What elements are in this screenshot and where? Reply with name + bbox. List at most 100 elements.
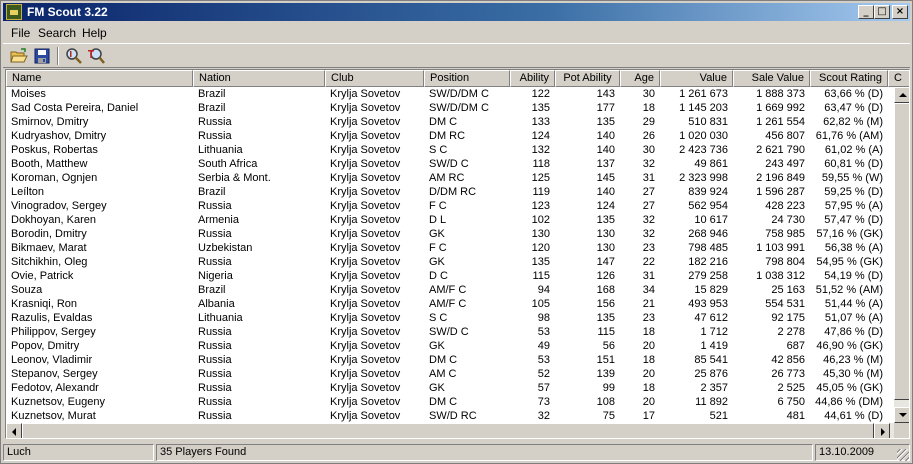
scroll-left-button[interactable] [6,423,22,438]
table-row[interactable]: Leílton Brazil Krylja Sovetov D/DM RC 119 140… [6,185,909,199]
cell-position: SW/D/DM C [429,102,489,114]
cell-name: Bikmaev, Marat [11,242,87,254]
table-header: Name Nation Club Position Ability Pot Ab… [6,70,909,87]
table-row[interactable]: Smirnov, Dmitry Russia Krylja Sovetov DM C 1… [6,115,909,129]
cell-nation: Brazil [198,186,226,198]
menu-search[interactable]: Search [38,26,76,40]
table-row[interactable]: Leonov, Vladimir Russia Krylja Sovetov DM C… [6,353,909,367]
cell-pot-ability: 140 [596,144,615,156]
cell-sale-value: 243 497 [765,158,805,170]
cell-club: Krylja Sovetov [330,172,401,184]
table-row[interactable]: Kudryashov, Dmitry Russia Krylja Sovetov DM… [6,129,909,143]
cell-name: Kudryashov, Dmitry [11,130,107,142]
cell-name: Booth, Matthew [11,158,88,170]
cell-scout-rating: 44,61 % (D) [824,410,883,422]
horizontal-scroll-thumb[interactable] [22,423,874,438]
cell-age: 27 [642,200,655,212]
table-row[interactable]: Razulis, Evaldas Lithuania Krylja Sovetov S… [6,311,909,325]
save-button[interactable] [32,47,52,66]
cell-name: Philippov, Sergey [11,326,96,338]
table-row[interactable]: Ovie, Patrick Nigeria Krylja Sovetov D C 115… [6,269,909,283]
cell-age: 18 [642,102,655,114]
table-row[interactable]: Moises Brazil Krylja Sovetov SW/D/DM C 122 14… [6,87,909,101]
title-bar[interactable]: FM Scout 3.22 _ □ × [3,3,910,21]
cell-sale-value: 456 807 [765,130,805,142]
menu-file[interactable]: File [11,26,30,40]
menu-help[interactable]: Help [82,26,107,40]
table-row[interactable]: Souza Brazil Krylja Sovetov AM/F C 94 168 34 15… [6,283,909,297]
table-row[interactable]: Booth, Matthew South Africa Krylja Sovetov… [6,157,909,171]
table-row[interactable]: Bikmaev, Marat Uzbekistan Krylja Sovetov F … [6,241,909,255]
cell-club: Krylja Sovetov [330,116,401,128]
cell-sale-value: 1 038 312 [756,270,805,282]
players-table: Name Nation Club Position Ability Pot Ab… [5,69,910,439]
table-row[interactable]: Sad Costa Pereira, Daniel Brazil Krylja So… [6,101,909,115]
cell-ability: 125 [531,172,550,184]
column-header-nation[interactable]: Nation [193,70,325,87]
cell-position: DM C [429,354,458,366]
cell-nation: South Africa [198,158,258,170]
table-row[interactable]: Poskus, Robertas Lithuania Krylja Sovetov S… [6,143,909,157]
cell-nation: Lithuania [198,312,243,324]
table-row[interactable]: Fedotov, Alexandr Russia Krylja Sovetov GK 5… [6,381,909,395]
cell-age: 26 [642,130,655,142]
column-header-name[interactable]: Name [6,70,193,87]
cell-ability: 53 [537,326,550,338]
arrow-down-icon [899,413,907,417]
column-header-age[interactable]: Age [620,70,660,87]
cell-pot-ability: 145 [596,172,615,184]
cell-age: 32 [642,214,655,226]
table-row[interactable]: Dokhoyan, Karen Armenia Krylja Sovetov D L 1… [6,213,909,227]
column-header-club[interactable]: Club [325,70,424,87]
cell-nation: Russia [198,326,232,338]
scroll-right-button[interactable] [874,423,890,438]
scroll-down-button[interactable] [894,407,909,423]
column-header-value[interactable]: Value [660,70,733,87]
table-row[interactable]: Koroman, Ognjen Serbia & Mont. Krylja Sove… [6,171,909,185]
column-header-c[interactable]: C [888,70,909,87]
column-header-sale-value[interactable]: Sale Value [733,70,810,87]
column-header-position[interactable]: Position [424,70,510,87]
cell-ability: 32 [537,410,550,422]
close-button[interactable]: × [892,5,908,19]
find-text-button[interactable] [86,47,106,66]
cell-pot-ability: 135 [596,312,615,324]
cell-value: 1 419 [700,340,728,352]
cell-club: Krylja Sovetov [330,340,401,352]
table-row[interactable]: Kuznetsov, Murat Russia Krylja Sovetov SW/D… [6,409,909,423]
open-folder-icon [10,48,28,63]
cell-age: 30 [642,88,655,100]
minimize-button[interactable]: _ [858,5,874,19]
maximize-button[interactable]: □ [874,5,890,19]
table-row[interactable]: Kuznetsov, Eugeny Russia Krylja Sovetov DM … [6,395,909,409]
find-player-button[interactable] [64,47,84,66]
cell-ability: 119 [532,186,550,198]
cell-position: GK [429,340,445,352]
horizontal-scrollbar[interactable] [6,423,894,438]
table-row[interactable]: Sitchikhin, Oleg Russia Krylja Sovetov GK 13… [6,255,909,269]
resize-grip-icon[interactable] [897,449,909,461]
toolbar [3,43,910,68]
vertical-scroll-thumb[interactable] [894,103,909,400]
cell-position: GK [429,256,445,268]
scroll-up-button[interactable] [894,87,909,103]
cell-pot-ability: 56 [602,340,615,352]
cell-ability: 123 [531,200,550,212]
vertical-scrollbar[interactable] [894,87,909,423]
floppy-disk-icon [34,48,50,64]
cell-sale-value: 1 103 991 [756,242,805,254]
cell-ability: 73 [537,396,550,408]
table-row[interactable]: Krasniqi, Ron Albania Krylja Sovetov AM/F C… [6,297,909,311]
table-row[interactable]: Philippov, Sergey Russia Krylja Sovetov SW/… [6,325,909,339]
table-row[interactable]: Stepanov, Sergey Russia Krylja Sovetov AM C… [6,367,909,381]
open-button[interactable] [9,47,29,66]
column-header-pot-ability[interactable]: Pot Ability [555,70,620,87]
table-row[interactable]: Popov, Dmitry Russia Krylja Sovetov GK 49 56 2… [6,339,909,353]
cell-value: 49 861 [694,158,728,170]
table-row[interactable]: Borodin, Dmitry Russia Krylja Sovetov GK 130… [6,227,909,241]
column-header-scout-rating[interactable]: Scout Rating [810,70,888,87]
cell-scout-rating: 45,30 % (M) [823,368,883,380]
column-header-ability[interactable]: Ability [510,70,555,87]
cell-age: 20 [642,340,655,352]
table-row[interactable]: Vinogradov, Sergey Russia Krylja Sovetov F … [6,199,909,213]
